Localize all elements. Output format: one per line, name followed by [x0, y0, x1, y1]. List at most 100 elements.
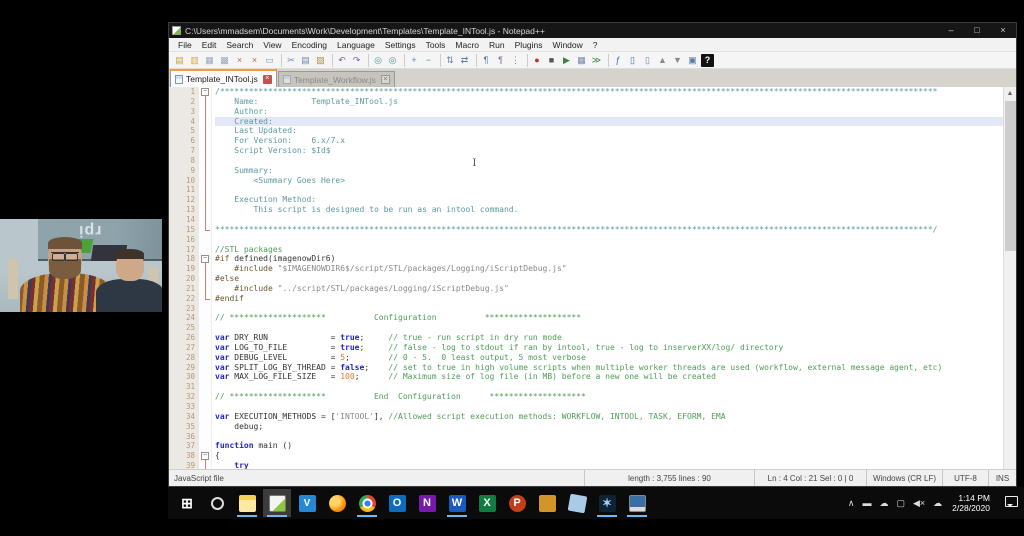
start-button[interactable]: ⊞ [173, 489, 201, 517]
menu-view[interactable]: View [258, 40, 286, 50]
tab-template_intool.js[interactable]: Template_INTool.js × [170, 69, 277, 87]
scrollbar-thumb[interactable] [1005, 101, 1016, 251]
run-macro-multiple-icon[interactable]: ≫ [590, 54, 603, 67]
menu-macro[interactable]: Macro [450, 40, 484, 50]
onedrive-icon[interactable]: ☁ [933, 498, 942, 509]
doc-switcher-icon[interactable]: ▯ [641, 54, 654, 67]
sync-vertical-icon[interactable]: ⇅ [440, 53, 456, 67]
indent-guide-icon[interactable]: ⋮ [509, 54, 522, 67]
fold-toggle[interactable]: − [201, 451, 209, 460]
taskbar-clock[interactable]: 1:14 PM 2/28/2020 [952, 493, 990, 513]
redo-icon[interactable]: ↷ [350, 54, 363, 67]
close-all-icon[interactable]: × [248, 54, 261, 67]
fold-all-icon[interactable]: ▲ [656, 54, 669, 67]
paste-icon[interactable]: ▧ [314, 54, 327, 67]
tray-chevron-icon[interactable]: ∧ [848, 498, 855, 509]
menu-tools[interactable]: Tools [421, 40, 451, 50]
sync-horizontal-icon[interactable]: ⇄ [458, 54, 471, 67]
play-macro-icon[interactable]: ▶ [560, 54, 573, 67]
help-icon[interactable]: ? [701, 53, 714, 67]
vertical-scrollbar[interactable]: ▲ [1003, 87, 1016, 469]
open-file-icon[interactable]: ▥ [188, 54, 201, 67]
tab-template_workflow.js[interactable]: Template_Workflow.js × [277, 71, 395, 87]
status-encoding[interactable]: UTF-8 [942, 470, 988, 486]
action-center-icon[interactable] [998, 494, 1020, 512]
replace-icon[interactable]: ◎ [386, 54, 399, 67]
outlook-icon[interactable]: O [383, 489, 411, 517]
code-area[interactable]: /***************************************… [212, 87, 1003, 469]
function-list-icon[interactable]: ƒ [608, 53, 624, 67]
fold-toggle[interactable]: − [201, 87, 209, 96]
scroll-up-arrow[interactable]: ▲ [1004, 87, 1016, 100]
fold-guide-end [205, 298, 210, 300]
code-line: <Summary Goes Here> [215, 175, 346, 185]
status-insert-mode[interactable]: INS [988, 470, 1016, 486]
word-icon[interactable]: W [443, 489, 471, 517]
title-bar[interactable]: C:\Users\mmadsem\Documents\Work\Developm… [169, 23, 1016, 38]
menu-run[interactable]: Run [484, 40, 510, 50]
word-wrap-icon[interactable]: ¶ [476, 53, 492, 67]
maximize-button[interactable]: □ [964, 23, 990, 38]
tab-close-icon[interactable]: × [380, 75, 390, 84]
menu-file[interactable]: File [173, 40, 197, 50]
fold-toggle[interactable]: − [201, 254, 209, 263]
remote-desktop-icon[interactable] [623, 489, 651, 517]
zoom-in-icon[interactable]: + [404, 53, 420, 67]
line-number: 11 [185, 185, 195, 195]
stop-macro-icon[interactable]: ■ [545, 54, 558, 67]
show-all-chars-icon[interactable]: ¶ [494, 54, 507, 67]
search-button[interactable] [203, 489, 231, 517]
save-macro-icon[interactable]: ▦ [575, 54, 588, 67]
fold-margin[interactable]: − − − [199, 87, 212, 469]
close-button[interactable]: × [990, 23, 1016, 38]
onenote-icon[interactable]: N [413, 489, 441, 517]
app-blue-icon-glyph [567, 493, 587, 513]
vscode-icon[interactable]: V [293, 489, 321, 517]
zoom-out-icon[interactable]: − [422, 54, 435, 67]
undo-icon[interactable]: ↶ [332, 53, 348, 67]
save-all-icon[interactable]: ▩ [218, 54, 231, 67]
windows-taskbar: ⊞ V O N W X P ✶ ∧ ▬ ☁ ▢ ◀× ☁ 1:14 PM 2/28/2020 [168, 487, 1024, 519]
menu-encoding[interactable]: Encoding [287, 40, 332, 50]
window-title: C:\Users\mmadsem\Documents\Work\Developm… [185, 25, 545, 36]
display-icon[interactable]: ▢ [896, 498, 905, 509]
menu-language[interactable]: Language [332, 40, 380, 50]
snowflake-app-icon[interactable]: ✶ [593, 489, 621, 517]
close-file-icon[interactable]: × [233, 54, 246, 67]
line-number: 21 [185, 283, 195, 293]
tab-close-icon[interactable]: × [262, 74, 272, 84]
cut-icon[interactable]: ✂ [281, 53, 297, 67]
excel-icon[interactable]: X [473, 489, 501, 517]
menu-edit[interactable]: Edit [197, 40, 222, 50]
editor-area[interactable]: 1 2 3 4 5 6 7 8 9 10 11 12 13 14 15 16 17 18 19 20 21 22 23 24 2… [169, 87, 1016, 469]
status-eol-format[interactable]: Windows (CR LF) [866, 470, 942, 486]
find-icon[interactable]: ◎ [368, 53, 384, 67]
app-gold-icon[interactable] [533, 489, 561, 517]
doc-map-icon[interactable]: ▯ [626, 54, 639, 67]
menu-help[interactable]: ? [588, 40, 603, 50]
file-explorer-icon[interactable] [233, 489, 261, 517]
menu-plugins[interactable]: Plugins [510, 40, 548, 50]
menu-search[interactable]: Search [221, 40, 258, 50]
menu-window[interactable]: Window [548, 40, 588, 50]
notepad-plus-plus-icon[interactable] [263, 489, 291, 517]
code-line: var DRY_RUN = true; // true - run script… [215, 333, 562, 343]
record-macro-icon[interactable]: ● [527, 53, 543, 67]
new-file-icon[interactable]: ▤ [173, 54, 186, 67]
battery-icon[interactable]: ▬ [862, 498, 871, 508]
chrome-icon[interactable] [353, 489, 381, 517]
volume-muted-icon[interactable]: ◀× [913, 498, 925, 509]
document-icon [282, 75, 291, 84]
minimize-button[interactable]: – [938, 23, 964, 38]
save-icon[interactable]: ▦ [203, 54, 216, 67]
menu-settings[interactable]: Settings [380, 40, 421, 50]
copy-icon[interactable]: ▤ [299, 54, 312, 67]
print-icon[interactable]: ▭ [263, 54, 276, 67]
monitoring-icon[interactable]: ▣ [686, 54, 699, 67]
cloud-icon[interactable]: ☁ [879, 498, 888, 509]
powerpoint-icon[interactable]: P [503, 489, 531, 517]
unfold-all-icon[interactable]: ▼ [671, 54, 684, 67]
code-line: ****************************************… [215, 224, 938, 234]
app-blue-icon[interactable] [563, 489, 591, 517]
firefox-icon[interactable] [323, 489, 351, 517]
